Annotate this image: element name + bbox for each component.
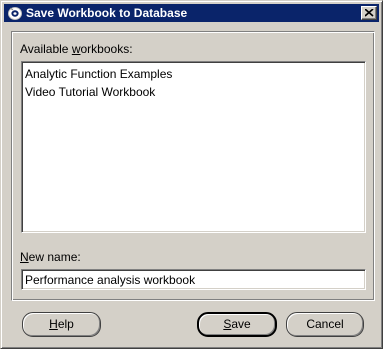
save-button[interactable]: Save <box>197 312 277 337</box>
available-workbooks-label: Available workbooks: <box>20 42 133 56</box>
list-item[interactable]: Video Tutorial Workbook <box>24 83 363 101</box>
help-button[interactable]: Help <box>22 312 101 337</box>
workbooks-listbox[interactable]: Analytic Function Examples Video Tutoria… <box>21 61 366 233</box>
cancel-button[interactable]: Cancel <box>286 312 364 337</box>
dialog-title: Save Workbook to Database <box>26 6 188 20</box>
app-icon <box>7 5 23 21</box>
close-button[interactable] <box>361 6 377 20</box>
list-item[interactable]: Analytic Function Examples <box>24 65 363 83</box>
new-name-label: New name: <box>20 250 81 264</box>
save-workbook-dialog: Save Workbook to Database Available work… <box>0 0 383 349</box>
title-bar[interactable]: Save Workbook to Database <box>4 4 379 22</box>
new-name-input[interactable] <box>21 269 366 290</box>
close-icon <box>365 9 374 17</box>
